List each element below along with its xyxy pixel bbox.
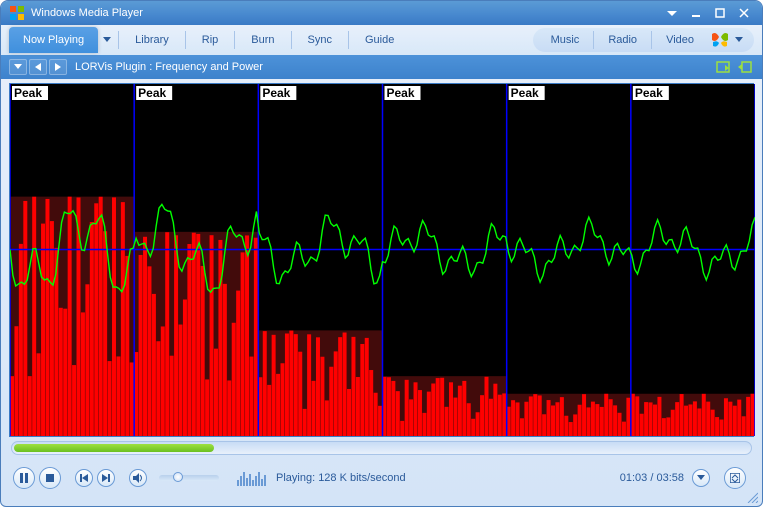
visualization-name: LORVis Plugin : Frequency and Power: [75, 61, 710, 73]
stop-button[interactable]: [39, 467, 61, 489]
tab-separator: [234, 31, 235, 49]
services-dropdown[interactable]: [730, 37, 748, 43]
fullscreen-button[interactable]: [724, 467, 746, 489]
tab-separator: [118, 31, 119, 49]
resize-grip[interactable]: [746, 490, 758, 502]
minimize-button[interactable]: [686, 5, 706, 21]
sub-toolbar: LORVis Plugin : Frequency and Power: [1, 55, 762, 79]
tab-sync[interactable]: Sync: [294, 27, 346, 53]
tab-separator: [593, 31, 594, 49]
prev-vis-button[interactable]: [29, 59, 47, 75]
tab-rip[interactable]: Rip: [188, 27, 233, 53]
next-button[interactable]: [97, 469, 115, 487]
tab-library[interactable]: Library: [121, 27, 183, 53]
tab-video[interactable]: Video: [654, 30, 706, 50]
seek-fill: [14, 444, 214, 452]
toggle-playlist-button[interactable]: [736, 59, 754, 75]
help-button[interactable]: [662, 5, 682, 21]
tabs-row: Now Playing Library Rip Burn Sync Guide …: [1, 25, 762, 55]
close-button[interactable]: [734, 5, 754, 21]
mute-button[interactable]: [129, 469, 147, 487]
svg-text:Peak: Peak: [138, 86, 166, 100]
menu-dropdown-button[interactable]: [9, 59, 27, 75]
volume-slider[interactable]: [159, 475, 219, 481]
svg-text:Peak: Peak: [14, 86, 42, 100]
previous-button[interactable]: [75, 469, 93, 487]
svg-text:Peak: Peak: [511, 86, 539, 100]
time-dropdown[interactable]: [692, 469, 710, 487]
time-text: 01:03 / 03:58: [620, 472, 684, 484]
visualizer-frame: Peak Peak Peak Peak Peak Peak: [9, 83, 754, 437]
maximize-button[interactable]: [710, 5, 730, 21]
svg-text:Peak: Peak: [262, 86, 290, 100]
tab-guide[interactable]: Guide: [351, 27, 408, 53]
tab-music[interactable]: Music: [539, 30, 592, 50]
msn-butterfly-icon[interactable]: [710, 30, 730, 50]
tab-now-playing[interactable]: Now Playing: [9, 27, 98, 53]
pause-button[interactable]: [13, 467, 35, 489]
tab-separator: [185, 31, 186, 49]
tab-radio[interactable]: Radio: [596, 30, 649, 50]
tab-separator: [291, 31, 292, 49]
tab-now-playing-dropdown[interactable]: [98, 37, 116, 43]
tab-separator: [651, 31, 652, 49]
title-bar: Windows Media Player: [1, 1, 762, 25]
next-vis-button[interactable]: [49, 59, 67, 75]
window-title: Windows Media Player: [31, 7, 662, 19]
seek-bar[interactable]: [11, 441, 752, 455]
tab-burn[interactable]: Burn: [237, 27, 288, 53]
app-window: Windows Media Player Now Playing Library…: [0, 0, 763, 507]
tab-separator: [348, 31, 349, 49]
visualizer-canvas: Peak Peak Peak Peak Peak Peak: [10, 84, 755, 436]
status-text: Playing: 128 K bits/second: [276, 472, 620, 484]
maximize-video-button[interactable]: [714, 59, 732, 75]
tabs-right-group: Music Radio Video: [533, 28, 754, 52]
playback-controls: Playing: 128 K bits/second 01:03 / 03:58: [1, 455, 762, 501]
svg-text:Peak: Peak: [387, 86, 415, 100]
app-icon: [9, 5, 25, 21]
svg-text:Peak: Peak: [635, 86, 663, 100]
mini-equalizer-icon: [237, 470, 266, 486]
volume-thumb[interactable]: [173, 472, 183, 482]
